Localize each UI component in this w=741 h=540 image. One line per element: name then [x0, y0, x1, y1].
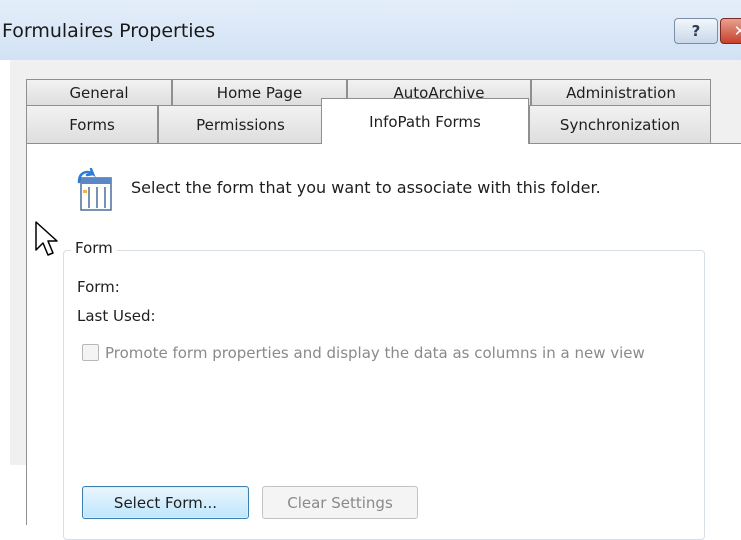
- tab-general[interactable]: General: [26, 79, 172, 105]
- tab-infopath-forms[interactable]: InfoPath Forms: [321, 98, 529, 144]
- form-field-label: Form:: [77, 278, 120, 296]
- help-button[interactable]: ?: [674, 18, 718, 44]
- form-document-icon: [77, 168, 112, 211]
- close-icon: ✕: [733, 22, 741, 40]
- tab-synchronization[interactable]: Synchronization: [529, 105, 711, 143]
- promote-properties-checkbox[interactable]: [82, 344, 99, 361]
- infopath-forms-panel: Select the form that you want to associa…: [26, 143, 741, 540]
- window-title: Formulaires Properties: [2, 20, 216, 42]
- promote-properties-label: Promote form properties and display the …: [105, 344, 645, 362]
- form-group-label: Form: [71, 239, 117, 257]
- properties-dialog: General Home Page AutoArchive Administra…: [10, 60, 741, 540]
- last-used-label: Last Used:: [77, 307, 156, 325]
- select-form-button[interactable]: Select Form...: [82, 486, 249, 519]
- help-icon: ?: [691, 22, 701, 40]
- title-bar[interactable]: Formulaires Properties ? ✕: [0, 0, 741, 60]
- close-button[interactable]: ✕: [720, 18, 741, 44]
- tab-permissions[interactable]: Permissions: [158, 105, 323, 143]
- clear-settings-button[interactable]: Clear Settings: [262, 486, 418, 519]
- tab-administration[interactable]: Administration: [531, 79, 711, 105]
- mouse-pointer-icon: [35, 221, 58, 256]
- tab-forms[interactable]: Forms: [26, 105, 158, 143]
- instruction-text: Select the form that you want to associa…: [131, 178, 601, 197]
